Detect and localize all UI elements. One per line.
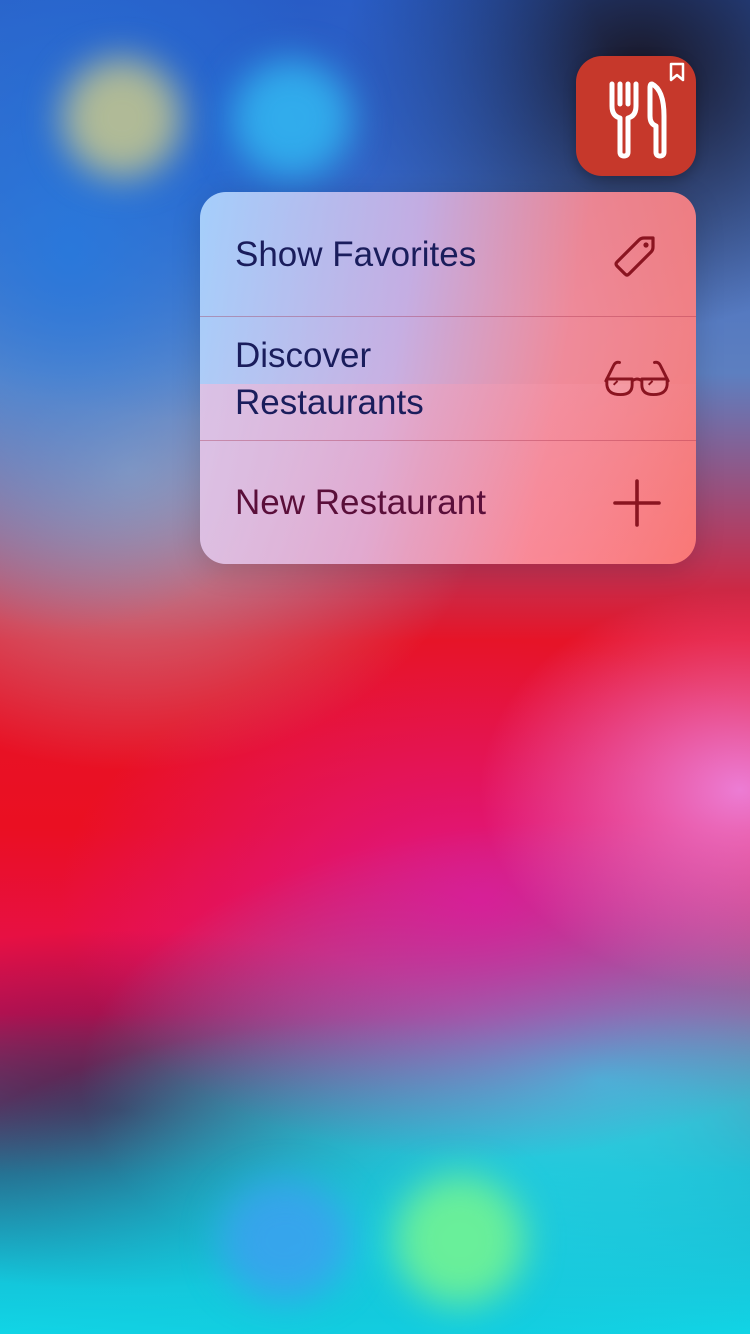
bookmark-icon [669,62,685,82]
quick-action-show-favorites[interactable]: Show Favorites [200,192,696,316]
menu-item-label: Discover Restaurants [235,335,424,422]
menu-item-label: Show Favorites [235,234,477,274]
menu-item-label: New Restaurant [235,483,486,522]
quick-action-new-restaurant[interactable]: New Restaurant [200,440,696,564]
blurred-app-icon [232,60,352,178]
glasses-icon [602,344,672,414]
quick-action-discover-restaurants[interactable]: Discover Restaurants [200,316,696,440]
restaurant-app-icon[interactable] [576,56,696,176]
plus-icon [602,468,672,538]
fork-knife-icon [609,62,685,159]
blurred-app-icon [62,58,182,178]
blurred-dock-icon [220,1180,350,1300]
tag-icon [602,219,672,289]
blurred-dock-icon [395,1175,525,1305]
quick-actions-menu: Show Favorites Discover Restaurants New … [200,192,696,564]
